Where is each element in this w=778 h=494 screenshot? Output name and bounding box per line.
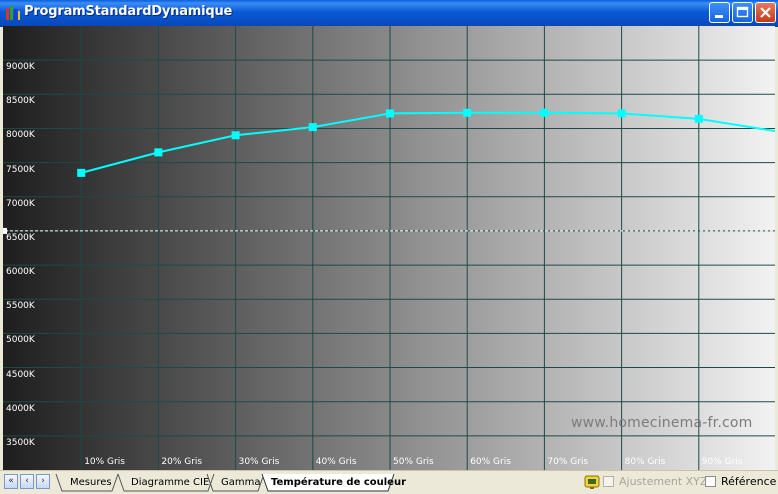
app-icon [6, 6, 20, 20]
reference-checkbox[interactable] [705, 476, 716, 487]
close-button[interactable] [755, 2, 776, 23]
y-tick-label: 3500K [6, 437, 35, 448]
x-tick-label: 20% Gris [161, 457, 203, 467]
y-tick-label: 8000K [6, 130, 35, 141]
y-tick-label: 5000K [6, 335, 35, 346]
data-point [386, 109, 394, 118]
y-tick-label: 4500K [6, 369, 35, 380]
y-tick-label: 7000K [6, 198, 35, 209]
minimize-icon [715, 15, 723, 18]
y-tick-label: 8500K [6, 96, 35, 107]
chart-canvas [3, 26, 775, 470]
x-tick-label: 80% Gris [624, 457, 666, 467]
x-tick-label: 30% Gris [238, 457, 280, 467]
maximize-button[interactable] [732, 2, 753, 23]
y-tick-label: 6500K [6, 232, 35, 243]
x-tick-label: 10% Gris [84, 457, 125, 467]
data-point [694, 114, 703, 123]
x-tick-label: 90% Gris [701, 457, 743, 467]
chart-background [3, 26, 775, 470]
x-tick-label: 50% Gris [393, 457, 434, 467]
nav-first-button[interactable]: « [4, 474, 18, 489]
watermark-text: www.homecinema-fr.com [571, 415, 753, 431]
data-point [308, 123, 317, 132]
nav-prev-button[interactable]: ‹ [20, 474, 34, 489]
data-point [77, 168, 86, 177]
data-point [540, 108, 549, 117]
tab-diagramme-cie[interactable]: Diagramme CIE [131, 475, 209, 491]
y-tick-label: 9000K [6, 62, 35, 73]
window-title: ProgramStandardDynamique [24, 4, 233, 19]
application-window: ProgramStandardDynamique 9000K 8500K 800… [0, 0, 778, 494]
x-tick-label: 60% Gris [470, 457, 511, 467]
data-point [617, 109, 626, 118]
x-tick-label: 40% Gris [315, 457, 357, 467]
title-bar[interactable]: ProgramStandardDynamique [0, 0, 778, 27]
data-point [463, 108, 472, 117]
ajustement-xyz-checkbox[interactable] [603, 476, 614, 487]
data-point [231, 131, 240, 140]
y-tick-label: 7500K [6, 164, 35, 175]
x-tick-label: 70% Gris [547, 457, 589, 467]
y-tick-label: 5500K [6, 301, 35, 312]
color-temperature-chart: 9000K 8500K 8000K 7500K 7000K 6500K 6000K 5500K… [3, 26, 775, 470]
data-point [154, 148, 163, 157]
tab-gamma[interactable]: Gamma [221, 475, 261, 491]
close-icon [760, 7, 771, 18]
y-tick-label: 6000K [6, 267, 35, 278]
nav-next-button[interactable]: › [36, 474, 50, 489]
maximize-icon [736, 6, 749, 18]
bottom-toolbar: « ‹ › Mesures Diagramme CIE Gamma Tempér… [0, 470, 778, 494]
reference-label: Référence [721, 475, 777, 488]
minimize-button[interactable] [709, 2, 730, 23]
y-tick-label: 4000K [6, 403, 35, 414]
tab-mesures[interactable]: Mesures [70, 475, 112, 491]
xyz-adjust-icon[interactable] [584, 474, 600, 490]
ajustement-xyz-label: Ajustement XYZ [619, 475, 708, 488]
tab-temperature-de-couleur[interactable]: Température de couleur [271, 475, 406, 491]
